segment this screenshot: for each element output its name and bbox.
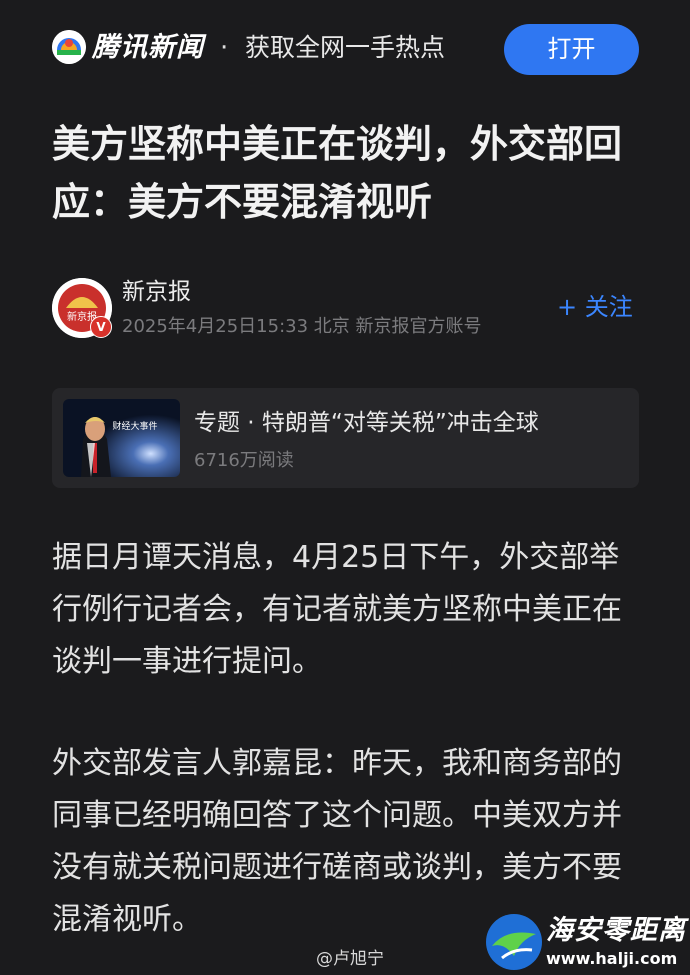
article-headline: 美方坚称中美正在谈判，外交部回应：美方不要混淆视听	[52, 122, 623, 224]
site-name-watermark: 海安零距离	[546, 915, 686, 946]
weibo-credit-watermark: @卢旭宁	[316, 949, 384, 969]
topic-read-count: 6716万阅读	[194, 450, 294, 471]
topic-title: 专题 · 特朗普“对等关税”冲击全球	[194, 410, 539, 436]
open-app-button[interactable]: 打开	[504, 24, 639, 75]
svg-text:财经大事件: 财经大事件	[112, 420, 157, 432]
body-paragraph-1: 据日月谭天消息，4月25日下午，外交部举行例行记者会，有记者就美方坚称中美正在谈…	[52, 540, 622, 679]
tencent-news-logo-icon	[52, 30, 86, 64]
app-tagline: 获取全网一手热点	[245, 33, 446, 62]
topic-thumbnail: 财经大事件	[63, 399, 180, 477]
news-article-page: 腾讯新闻 · 获取全网一手热点 打开 美方坚称中美正在谈判，外交部回应：美方不要…	[0, 0, 690, 975]
site-url-watermark: www.halji.com	[546, 949, 678, 968]
banner-separator: ·	[220, 33, 229, 63]
topic-card[interactable]: 财经大事件 专题 · 特朗普“对等关税”冲击全球 6716万阅读	[52, 388, 639, 488]
verified-badge-icon: V	[90, 316, 112, 338]
site-logo-icon	[484, 912, 544, 972]
author-name[interactable]: 新京报	[122, 276, 191, 308]
author-meta: 2025年4月25日15:33 北京 新京报官方账号	[122, 316, 482, 337]
follow-button[interactable]: + 关注	[557, 290, 633, 324]
app-banner: 腾讯新闻 · 获取全网一手热点 打开	[0, 0, 690, 100]
app-name: 腾讯新闻	[92, 32, 204, 63]
